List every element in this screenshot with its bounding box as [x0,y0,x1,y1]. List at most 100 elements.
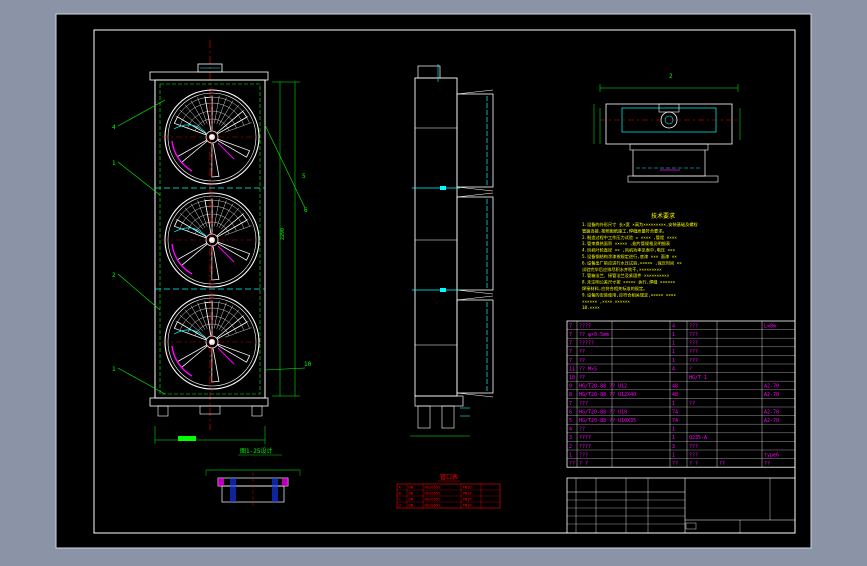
table-cell: ???? [579,444,591,450]
top-view-label: 2 [669,73,673,80]
table-cell: 3 [672,444,675,450]
table-cell: ??? [689,323,698,329]
note-line: 1.设备的外形尺寸 长×宽 ×高为×××××××××,安装基础及螺栓 [582,221,699,228]
note-line: 试验完毕后应排尽积水并吹干,××××××××× [582,266,662,273]
table-cell: ????? [579,341,594,347]
table-cell: 2 [569,444,572,450]
table-cell: ??? [689,444,698,450]
drawing-sheet [56,14,811,548]
table-cell: 1 [672,427,675,433]
table-cell: ??? [689,341,698,347]
table-cell: 1 [672,452,675,458]
table-cell: A2-70 [764,384,779,390]
note-line: 焊接材料,应符合相关标准的规定。 [582,285,647,292]
note-line: 4.风机叶轮直径 ×× ,风机功率见表中,电压 ××× [582,247,676,254]
table-cell: ?? [764,461,770,467]
table-cell: ?? [579,427,585,433]
table-cell: ? ? [689,461,698,467]
table-cell: A2-70 [764,392,779,398]
note-line: 管路连接,按照图纸施工,焊缝质量符合要求。 [582,227,667,234]
table-cell: 1 [672,332,675,338]
table-cell: 7 [569,358,572,364]
table-cell: HG20592 [425,485,441,490]
table-cell: 10 [569,375,575,381]
table-cell: HG20592 [425,497,441,502]
note-line: 10.×××× [582,305,600,310]
table-cell: 74 [672,409,678,415]
table-cell: ?? φ×0.5mm [579,332,609,338]
table-cell: ??? [689,332,698,338]
table-cell: PN16 [463,503,473,508]
balloon-label: 2 [112,272,116,279]
table-cell: type6 [764,452,779,458]
detail-caption: 图1-25设计 [240,447,272,455]
table-cell: 4 [672,366,675,372]
table-cell: 9 [569,384,572,390]
table-cell: DN [409,503,414,508]
table-cell: ??? [689,452,698,458]
table-cell: HG20592 [425,491,441,496]
table-cell: ???? [579,323,591,329]
table-cell: DN [409,485,414,490]
table-cell: 1 [672,435,675,441]
table-cell: 4 [569,427,572,433]
balloon-label: 1 [112,160,116,167]
table-cell: 8 [569,392,572,398]
balloon-label: 1 [112,366,116,373]
table-cell: 7 [569,349,572,355]
table-cell: ? ? [579,461,588,467]
table-cell: Q235-A [689,435,707,441]
balloon-label: 5 [302,173,306,180]
balloon-label: 10 [304,361,312,368]
table-cell: 7 [569,323,572,329]
table-cell: 6 [569,409,572,415]
note-line: 7.管箱法兰、接管法兰及紧固件 ×××××××××× [582,272,670,279]
table-cell: 5 [569,418,572,424]
table-cell: 1 [672,341,675,347]
note-line: 2.制造过程中工作压力试验 = ×××× ,管程 ×××× [582,234,677,241]
table-cell: 1 [569,452,572,458]
table-cell: ??? [689,358,698,364]
table-cell: HG/T20-88 ?? U12 [579,384,627,390]
table-cell: ?? [689,401,695,407]
cad-viewport: 2290 4 1 2 1 5 6 10 2 技术要求 1.设备的外形尺寸 长×宽… [0,0,867,562]
table-cell: ??? [689,349,698,355]
note-line: 3.管束换热面积 ××××× ,翅片管规格见明细表 [582,240,671,247]
table-cell: ?? [579,349,585,355]
table-cell: 1 [672,349,675,355]
table-cell: ? [689,366,692,372]
balloon-label: 4 [112,124,116,131]
table-cell: A2-70 [764,409,779,415]
table-cell: PN16 [463,497,473,502]
note-line: ×××××× ,×××× ×××××× [582,299,630,304]
table-cell: ???? [579,435,591,441]
nozzle-table-title: 管口表 [440,473,458,481]
notes-title: 技术要求 [651,212,675,220]
table-cell: DN [409,497,414,502]
table-cell: HG/T20-88 ?? U10 [579,409,627,415]
table-cell: ?? [719,461,725,467]
table-cell: ?? [579,375,585,381]
table-cell: 11 [569,366,575,372]
table-cell: HG/T20-88 ?? U10X35 [579,418,636,424]
table-cell: ?? [579,358,585,364]
table-cell: 7 [569,341,572,347]
table-cell: 7 [569,332,572,338]
table-cell: 3 [569,435,572,441]
table-cell: 1 [672,401,675,407]
table-cell: ?? [569,461,575,467]
table-cell: 1 [672,358,675,364]
table-cell: 7 [569,401,572,407]
table-cell: 48 [672,392,678,398]
table-cell: C [399,497,401,502]
table-cell: 4 [672,323,675,329]
table-cell: HG20592 [425,503,441,508]
table-cell: ?? M×5 [579,366,597,372]
table-cell: HG/T20-88 ?? U12X40 [579,392,636,398]
note-line: 6.设备出厂前应进行水压试验,××××× ,保压时间 ×× [582,259,682,266]
table-cell: 74 [672,418,678,424]
balloon-label: 6 [304,207,308,214]
note-line: 9.设备的安装使用,应符合相关规定,××××× ×××× [582,291,676,298]
table-cell: A2-70 [764,418,779,424]
table-cell: 48 [672,384,678,390]
